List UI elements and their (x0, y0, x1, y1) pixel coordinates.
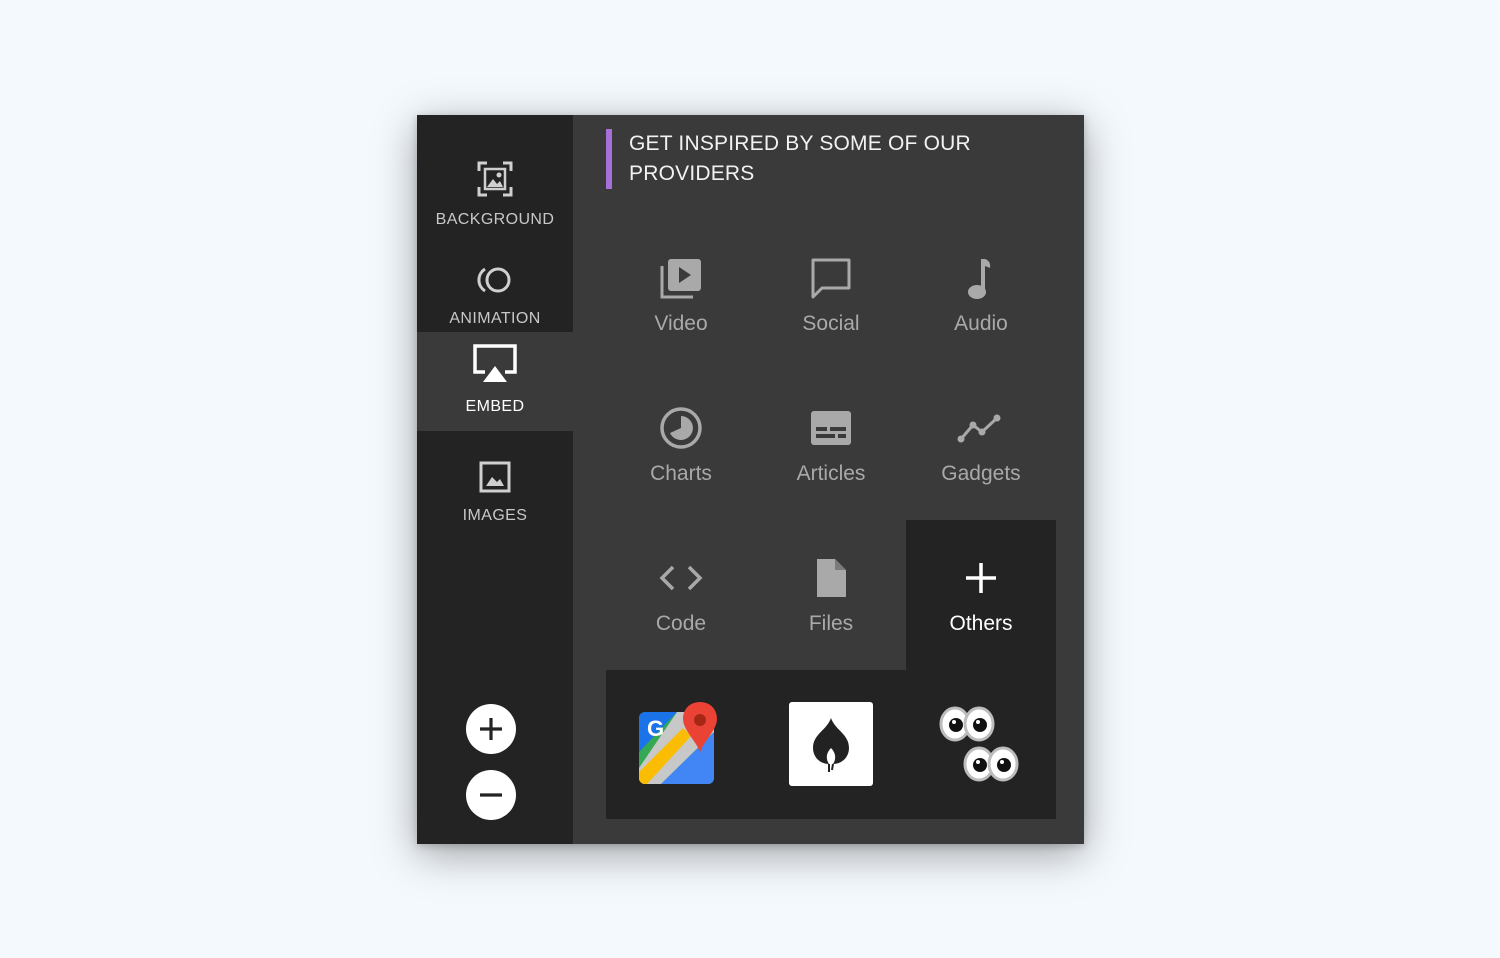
video-icon (659, 254, 703, 302)
svg-text:G: G (647, 716, 664, 741)
category-code[interactable]: Code (606, 520, 756, 670)
category-label: Gadgets (941, 462, 1021, 485)
trend-line-icon (957, 404, 1005, 452)
category-label: Charts (650, 462, 712, 485)
pie-chart-icon (659, 404, 703, 452)
sidebar-item-label: ANIMATION (449, 310, 541, 327)
category-gadgets[interactable]: Gadgets (906, 370, 1056, 520)
sidebar-item-label: BACKGROUND (435, 211, 555, 228)
category-articles[interactable]: Articles (756, 370, 906, 520)
sidebar-item-background[interactable]: BACKGROUND (417, 135, 573, 234)
sidebar-item-label: IMAGES (462, 507, 528, 524)
plus-icon (964, 554, 998, 602)
provider-google-maps[interactable]: G (639, 702, 723, 786)
page-title: GET INSPIRED BY SOME OF OUR PROVIDERS (606, 129, 1049, 189)
providers-row: G (606, 670, 1056, 819)
article-icon (809, 404, 853, 452)
provider-googly-eyes[interactable] (939, 702, 1023, 786)
category-label: Code (655, 612, 707, 635)
sidebar: BACKGROUND ANIMATION EMBED IMAGES (417, 115, 573, 844)
category-label: Others (949, 612, 1013, 635)
zoom-in-button[interactable] (466, 704, 516, 754)
animation-icon (475, 252, 515, 296)
sidebar-item-embed[interactable]: EMBED (417, 332, 573, 431)
category-audio[interactable]: Audio (906, 220, 1056, 370)
category-charts[interactable]: Charts (606, 370, 756, 520)
category-label: Video (654, 312, 708, 335)
category-files[interactable]: Files (756, 520, 906, 670)
background-image-icon (477, 153, 513, 197)
category-others[interactable]: Others (906, 520, 1056, 670)
file-icon (813, 554, 849, 602)
flame-logo-icon (813, 718, 849, 772)
google-maps-icon: G (639, 702, 717, 784)
code-brackets-icon (659, 554, 703, 602)
sidebar-item-label: EMBED (465, 398, 525, 415)
category-label: Social (802, 312, 860, 335)
category-social[interactable]: Social (756, 220, 906, 370)
category-label: Files (808, 612, 854, 635)
embed-screen-icon (471, 340, 519, 384)
chat-bubble-icon (809, 254, 853, 302)
embed-panel: BACKGROUND ANIMATION EMBED IMAGES GET IN… (417, 115, 1084, 844)
sidebar-item-animation[interactable]: ANIMATION (417, 234, 573, 333)
image-icon (479, 449, 511, 493)
minus-icon (480, 793, 502, 797)
category-label: Audio (954, 312, 1008, 335)
music-note-icon (964, 254, 998, 302)
category-label: Articles (796, 462, 866, 485)
zoom-out-button[interactable] (466, 770, 516, 820)
googly-eyes-icon (939, 706, 1019, 782)
provider-flame-logo[interactable] (789, 702, 873, 786)
plus-icon (480, 718, 502, 740)
sidebar-item-images[interactable]: IMAGES (417, 431, 573, 530)
category-video[interactable]: Video (606, 220, 756, 370)
